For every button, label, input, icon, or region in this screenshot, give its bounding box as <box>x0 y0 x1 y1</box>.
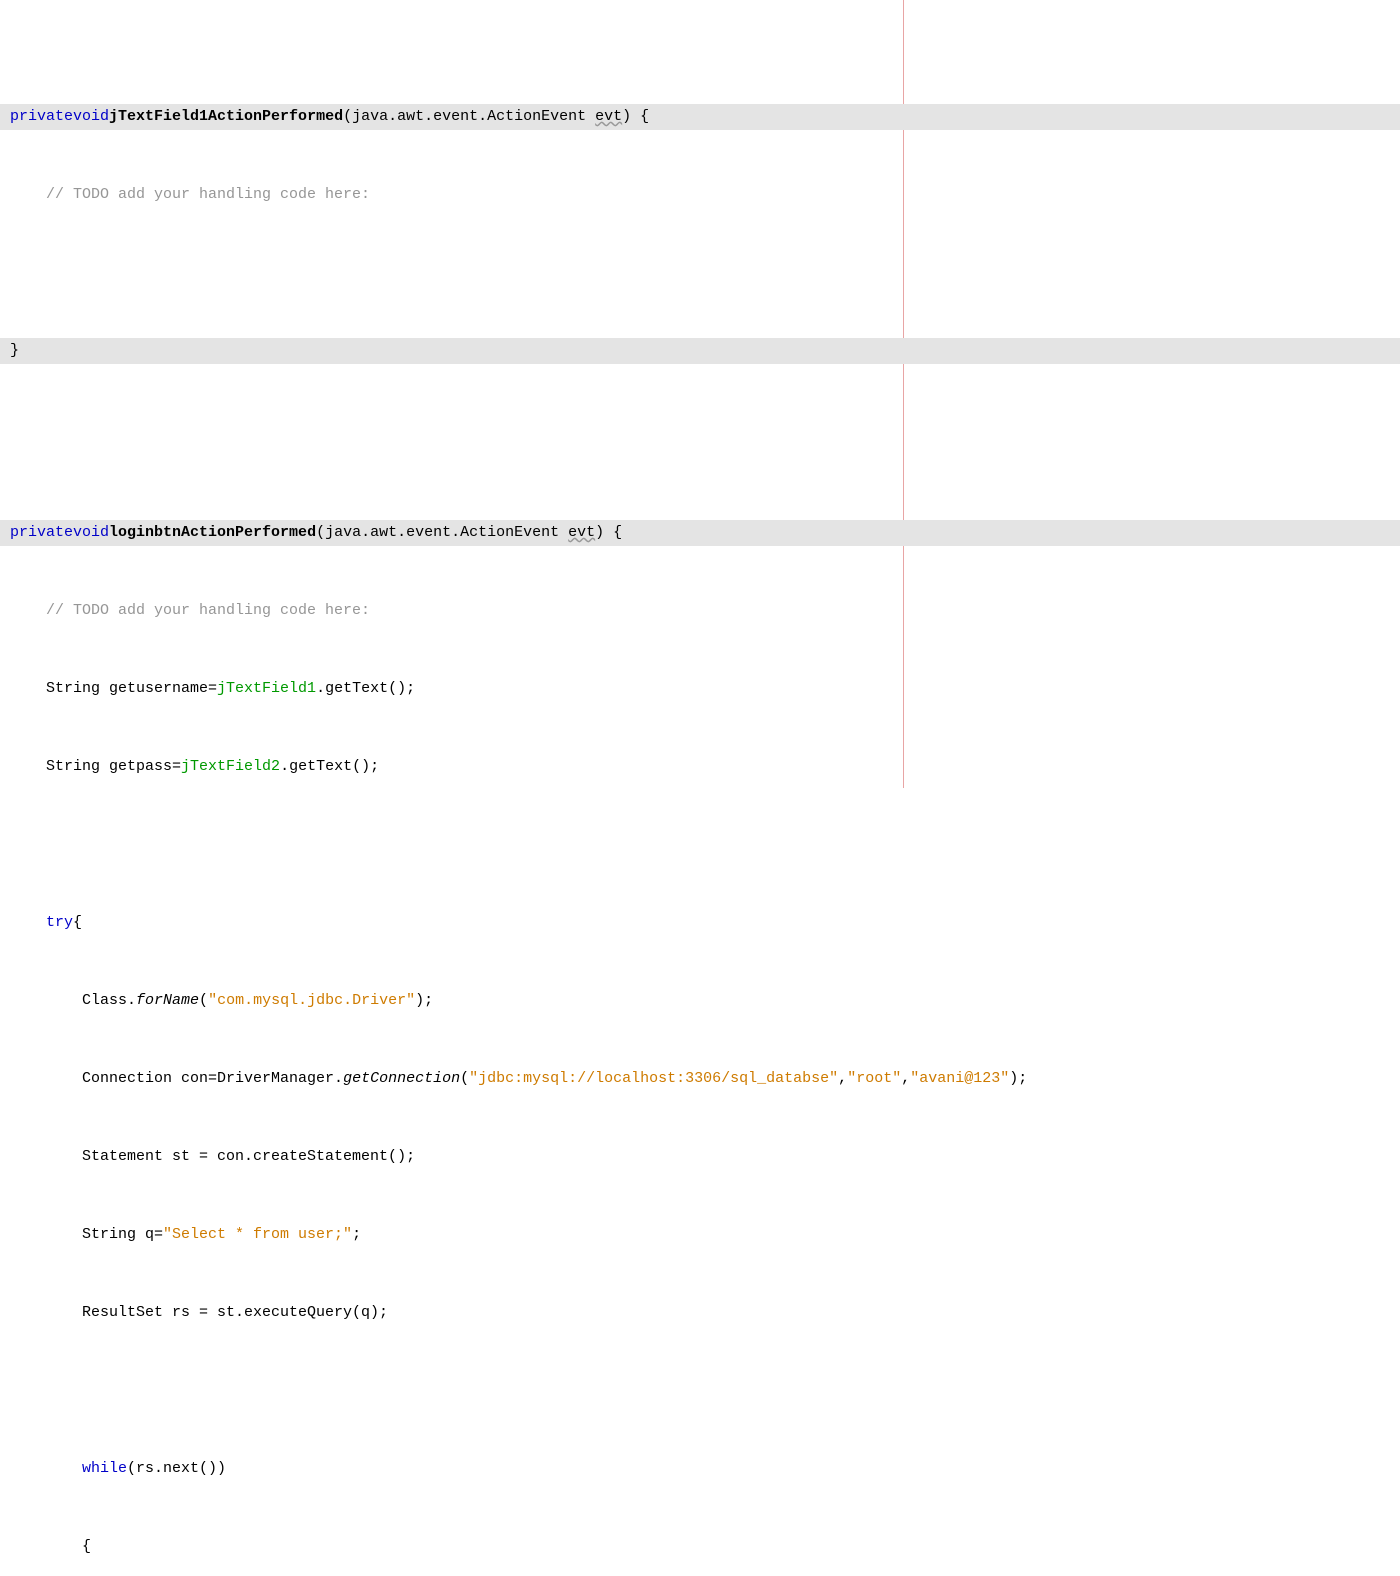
code-line: { <box>0 1534 1400 1560</box>
code-line: Statement st = con.createStatement(); <box>0 1144 1400 1170</box>
code-line <box>0 416 1400 442</box>
code-line: } <box>0 338 1400 364</box>
code-line: String getusername=jTextField1.getText()… <box>0 676 1400 702</box>
code-line: Class.forName("com.mysql.jdbc.Driver"); <box>0 988 1400 1014</box>
code-line: // TODO add your handling code here: <box>0 182 1400 208</box>
code-line <box>0 260 1400 286</box>
code-line: while(rs.next()) <box>0 1456 1400 1482</box>
code-line <box>0 1378 1400 1404</box>
code-line <box>0 832 1400 858</box>
code-line: private void jTextField1ActionPerformed(… <box>0 104 1400 130</box>
code-line: try{ <box>0 910 1400 936</box>
code-line: // TODO add your handling code here: <box>0 598 1400 624</box>
code-line: private void loginbtnActionPerformed(jav… <box>0 520 1400 546</box>
code-line: Connection con=DriverManager.getConnecti… <box>0 1066 1400 1092</box>
code-editor[interactable]: private void jTextField1ActionPerformed(… <box>0 0 1400 788</box>
code-line: ResultSet rs = st.executeQuery(q); <box>0 1300 1400 1326</box>
code-line: String q="Select * from user;"; <box>0 1222 1400 1248</box>
code-line: String getpass=jTextField2.getText(); <box>0 754 1400 780</box>
